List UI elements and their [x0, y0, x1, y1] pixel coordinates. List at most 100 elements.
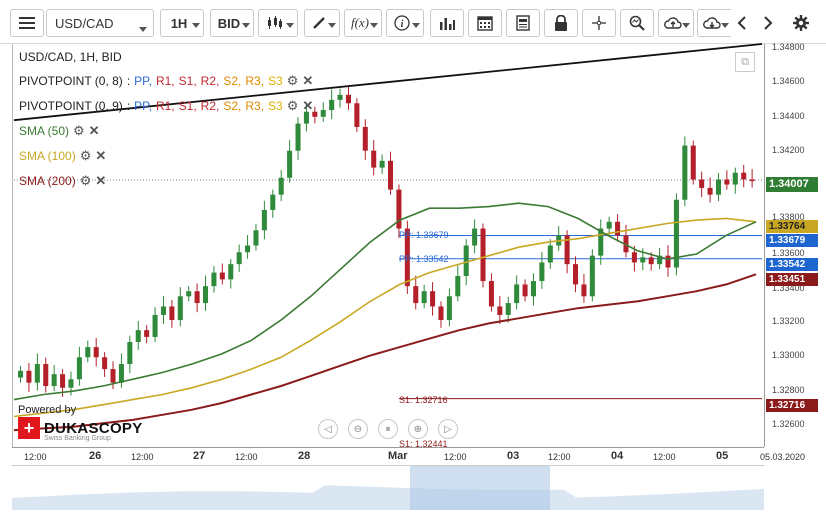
candle-body — [261, 209, 267, 231]
candle-body — [430, 291, 436, 307]
candle-body — [615, 221, 621, 236]
close-icon[interactable]: ✕ — [302, 73, 313, 89]
candle-body — [505, 303, 511, 315]
time-label: 04 — [611, 450, 624, 462]
candle-body — [362, 126, 368, 151]
candle-body — [497, 306, 503, 315]
gear-icon[interactable]: ⚙ — [287, 73, 299, 89]
candle-body — [690, 145, 696, 180]
legend-title: USD/CAD, 1H, BID — [19, 50, 122, 64]
close-icon[interactable]: ✕ — [89, 123, 100, 139]
price-tick: 1.33000 — [772, 350, 805, 360]
nav-prev-button[interactable]: ◁ — [318, 419, 338, 439]
candle-body — [606, 221, 612, 229]
candle-body — [43, 364, 49, 387]
s1-price-tag: 1.32716 — [766, 399, 818, 412]
time-label: 12:00 — [653, 452, 676, 462]
navigator-window — [410, 466, 550, 510]
nav-zoom-out-button[interactable]: ⊖ — [348, 419, 368, 439]
candle-body — [421, 291, 427, 304]
pivot-sep: : — [126, 99, 131, 113]
candle-body — [144, 330, 150, 337]
pivot-sep: : — [126, 74, 131, 88]
pp2-level-label: PP: 1.33542 — [399, 254, 449, 264]
candle-body — [329, 99, 335, 111]
candle-body — [699, 179, 705, 188]
candle-body — [228, 264, 234, 280]
candle-body — [68, 379, 74, 388]
candle-body — [446, 296, 452, 321]
candle-body — [219, 272, 225, 280]
gear-icon[interactable]: ⚙ — [80, 173, 92, 189]
candle-body — [547, 245, 553, 263]
navigator-area — [12, 485, 764, 510]
r2-label: R2, — [200, 99, 220, 113]
legend-title-text: USD/CAD, 1H, BID — [19, 50, 122, 64]
nav-zoom-in-button[interactable]: ⊕ — [408, 419, 428, 439]
price-tick: 1.33200 — [772, 316, 805, 326]
time-label: 28 — [298, 450, 311, 462]
powered-by-text: Powered by — [18, 404, 77, 416]
candle-body — [34, 364, 40, 383]
s3-label: S3 — [268, 74, 283, 88]
candle-body — [522, 284, 528, 297]
s2-label: S2, — [223, 74, 242, 88]
gear-icon[interactable]: ⚙ — [287, 98, 299, 114]
pivot1-name: PIVOTPOINT (0, 8) — [19, 74, 123, 88]
candle-body — [186, 291, 192, 297]
candle-body — [573, 264, 579, 285]
candle-body — [18, 370, 24, 378]
time-label: 05 — [716, 450, 729, 462]
expand-icon[interactable]: ⧉ — [735, 52, 755, 72]
candle-body — [194, 291, 200, 304]
gear-icon[interactable]: ⚙ — [73, 123, 85, 139]
candle-body — [295, 123, 301, 151]
candle-body — [320, 110, 326, 117]
close-icon[interactable]: ✕ — [95, 148, 106, 164]
candle-body — [26, 370, 32, 383]
candle-body — [514, 284, 520, 304]
time-label: 12:00 — [548, 452, 571, 462]
s1-label: S1, — [178, 99, 197, 113]
close-icon[interactable]: ✕ — [302, 98, 313, 114]
legend-sma100: SMA (100) ⚙ ✕ — [19, 148, 106, 164]
candle-body — [270, 194, 276, 210]
candle-body — [337, 94, 343, 100]
candle-body — [345, 94, 351, 104]
r3-label: R3, — [245, 74, 265, 88]
r3-label: R3, — [245, 99, 265, 113]
sma100-line — [13, 217, 757, 418]
close-icon[interactable]: ✕ — [95, 173, 106, 189]
price-tick: 1.34600 — [772, 76, 805, 86]
price-tick: 1.34400 — [772, 111, 805, 121]
time-label: 12:00 — [131, 452, 154, 462]
sma50-line — [13, 202, 757, 401]
price-tick: 1.34200 — [772, 145, 805, 155]
candle-body — [749, 179, 755, 182]
candle-body — [648, 257, 654, 265]
price-tick: 1.34800 — [772, 42, 805, 52]
legend-pivot1: PIVOTPOINT (0, 8) : PP, R1, S1, R2, S2, … — [19, 73, 313, 89]
candle-body — [455, 275, 461, 297]
candle-body — [379, 160, 385, 168]
legend-sma200: SMA (200) ⚙ ✕ — [19, 173, 106, 189]
gear-icon[interactable]: ⚙ — [80, 148, 92, 164]
candle-body — [93, 347, 99, 358]
candle-body — [732, 172, 738, 185]
candle-body — [715, 179, 721, 195]
candle-body — [463, 245, 469, 276]
candle-body — [287, 150, 293, 178]
time-label: Mar — [388, 450, 408, 462]
nav-pause-button[interactable]: ⏸ — [378, 419, 398, 439]
candle-body — [236, 252, 242, 265]
s1-level-label: S1: 1.32716 — [399, 395, 448, 405]
legend-sma50: SMA (50) ⚙ ✕ — [19, 123, 100, 139]
nav-next-button[interactable]: ▷ — [438, 419, 458, 439]
candle-body — [741, 172, 747, 180]
candle-body — [581, 284, 587, 297]
sma100-label: SMA (100) — [19, 149, 76, 163]
candle-body — [245, 245, 251, 253]
candle-body — [682, 145, 688, 200]
pivot2-name: PIVOTPOINT (0, 9) — [19, 99, 123, 113]
s1b-level-label: S1: 1.32441 — [399, 439, 448, 447]
